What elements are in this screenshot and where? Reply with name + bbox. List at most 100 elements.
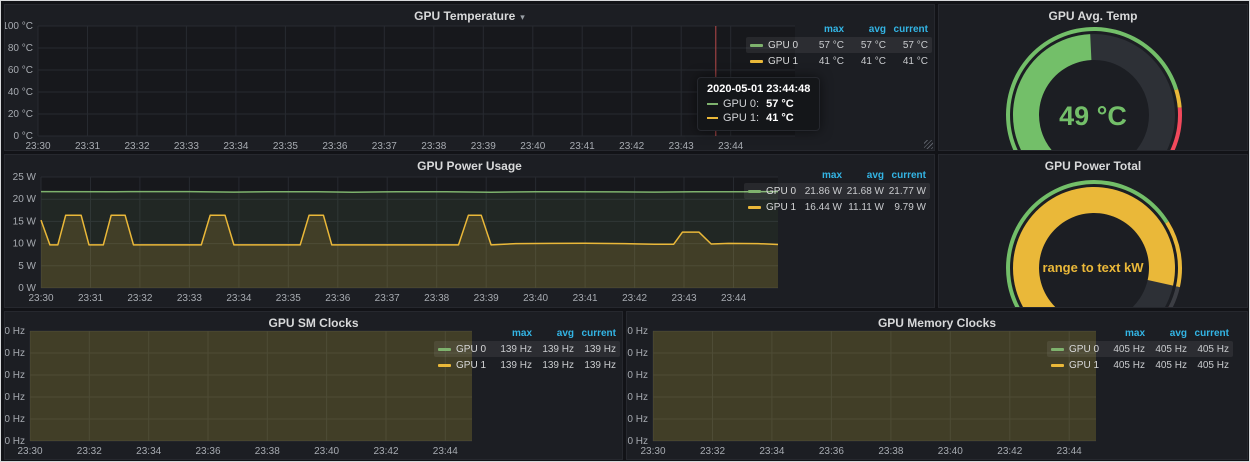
- panel-title-text: GPU Power Total: [1045, 159, 1141, 173]
- tooltip-timestamp: 2020-05-01 23:44:48: [707, 83, 810, 95]
- legend-value: 21.77 W: [884, 186, 926, 197]
- svg-text:23:31: 23:31: [75, 141, 100, 150]
- panel-title-gpu-avg-temp[interactable]: GPU Avg. Temp: [939, 7, 1247, 25]
- svg-text:80 Hz: 80 Hz: [627, 348, 648, 359]
- legend-series-label[interactable]: GPU 1: [1051, 360, 1103, 371]
- panel-title-gpu-power-usage[interactable]: GPU Power Usage: [5, 157, 934, 175]
- series-swatch: [707, 117, 718, 119]
- legend-value: 57 °C: [802, 40, 844, 51]
- svg-text:23:39: 23:39: [474, 293, 499, 304]
- gpu-sm-clocks-legend: maxavgcurrentGPU 0139 Hz139 Hz139 HzGPU …: [434, 325, 620, 373]
- svg-text:5 W: 5 W: [18, 261, 36, 272]
- legend-series-label[interactable]: GPU 1: [748, 202, 800, 213]
- panel-title-text: GPU Avg. Temp: [1049, 9, 1138, 23]
- panel-title-text: GPU Temperature: [414, 9, 515, 23]
- svg-text:20 Hz: 20 Hz: [5, 414, 25, 425]
- svg-text:23:35: 23:35: [276, 293, 301, 304]
- tooltip-series-value: 57 °C: [766, 98, 794, 110]
- legend-column-header[interactable]: current: [886, 24, 928, 35]
- svg-text:23:34: 23:34: [226, 293, 251, 304]
- grafana-dashboard: GPU Temperature▾ 100 °C80 °C60 °C40 °C20…: [0, 0, 1250, 462]
- legend-value: 41 °C: [844, 56, 886, 67]
- svg-text:80 °C: 80 °C: [8, 43, 33, 54]
- svg-text:23:32: 23:32: [700, 446, 725, 457]
- panel-gpu-avg-temp: GPU Avg. Temp 49 °C: [938, 4, 1248, 151]
- svg-text:23:42: 23:42: [373, 446, 398, 457]
- svg-text:23:34: 23:34: [223, 141, 248, 150]
- legend-value: 9.79 W: [884, 202, 926, 213]
- svg-text:40 Hz: 40 Hz: [5, 392, 25, 403]
- svg-text:23:38: 23:38: [421, 141, 446, 150]
- gauge-value: range to text kW: [939, 260, 1247, 275]
- svg-text:23:44: 23:44: [1057, 446, 1082, 457]
- svg-text:20 °C: 20 °C: [8, 109, 33, 120]
- series-swatch: [707, 103, 718, 105]
- svg-text:23:40: 23:40: [523, 293, 548, 304]
- legend-value: 139 Hz: [490, 344, 532, 355]
- panel-title-gpu-temperature[interactable]: GPU Temperature ▾: [5, 7, 934, 25]
- svg-text:23:44: 23:44: [433, 446, 458, 457]
- legend-series-label[interactable]: GPU 1: [438, 360, 490, 371]
- tooltip-series-label: GPU 0:: [723, 98, 759, 110]
- panel-title-text: GPU Memory Clocks: [878, 316, 996, 330]
- svg-text:23:36: 23:36: [195, 446, 220, 457]
- legend-value: 405 Hz: [1103, 344, 1145, 355]
- svg-text:23:37: 23:37: [375, 293, 400, 304]
- svg-text:20 W: 20 W: [13, 194, 37, 205]
- legend-series-label[interactable]: GPU 1: [750, 56, 802, 67]
- legend-value: 139 Hz: [532, 344, 574, 355]
- svg-text:23:36: 23:36: [819, 446, 844, 457]
- legend-row: GPU 021.86 W21.68 W21.77 W: [744, 183, 930, 199]
- panel-title-gpu-power-total[interactable]: GPU Power Total: [939, 157, 1247, 175]
- svg-text:23:36: 23:36: [322, 141, 347, 150]
- svg-text:23:40: 23:40: [314, 446, 339, 457]
- panel-title-text: GPU SM Clocks: [268, 316, 358, 330]
- svg-text:23:30: 23:30: [640, 446, 665, 457]
- legend-value: 41 °C: [802, 56, 844, 67]
- legend-series-label[interactable]: GPU 0: [438, 344, 490, 355]
- svg-text:23:42: 23:42: [622, 293, 647, 304]
- legend-value: 21.86 W: [800, 186, 842, 197]
- svg-text:80 Hz: 80 Hz: [5, 348, 25, 359]
- svg-text:23:41: 23:41: [573, 293, 598, 304]
- svg-text:23:38: 23:38: [878, 446, 903, 457]
- legend-row: GPU 141 °C41 °C41 °C: [746, 53, 932, 69]
- svg-text:23:42: 23:42: [619, 141, 644, 150]
- svg-text:23:43: 23:43: [671, 293, 696, 304]
- legend-series-label[interactable]: GPU 0: [750, 40, 802, 51]
- svg-text:23:33: 23:33: [177, 293, 202, 304]
- svg-text:23:34: 23:34: [136, 446, 161, 457]
- legend-row: GPU 0139 Hz139 Hz139 Hz: [434, 341, 620, 357]
- legend-value: 139 Hz: [574, 344, 616, 355]
- svg-text:40 Hz: 40 Hz: [627, 392, 648, 403]
- chevron-down-icon: ▾: [520, 12, 525, 22]
- gpu-temperature-legend: maxavgcurrentGPU 057 °C57 °C57 °CGPU 141…: [746, 21, 932, 69]
- legend-value: 11.11 W: [842, 202, 884, 213]
- svg-text:23:42: 23:42: [997, 446, 1022, 457]
- svg-text:23:40: 23:40: [938, 446, 963, 457]
- legend-value: 57 °C: [886, 40, 928, 51]
- svg-text:15 W: 15 W: [13, 216, 37, 227]
- svg-text:23:32: 23:32: [124, 141, 149, 150]
- legend-column-header[interactable]: max: [802, 24, 844, 35]
- legend-value: 139 Hz: [532, 360, 574, 371]
- panel-title-gpu-sm-clocks[interactable]: GPU SM Clocks: [5, 314, 622, 332]
- svg-text:23:31: 23:31: [78, 293, 103, 304]
- gpu-memory-clocks-legend: maxavgcurrentGPU 0405 Hz405 Hz405 HzGPU …: [1047, 325, 1233, 373]
- svg-text:60 Hz: 60 Hz: [5, 370, 25, 381]
- legend-series-label[interactable]: GPU 0: [748, 186, 800, 197]
- panel-gpu-memory-clocks: GPU Memory Clocks 100 Hz80 Hz60 Hz40 Hz2…: [626, 311, 1248, 460]
- legend-column-header[interactable]: avg: [844, 24, 886, 35]
- legend-series-label[interactable]: GPU 0: [1051, 344, 1103, 355]
- graph-tooltip: 2020-05-01 23:44:48 GPU 0: 57 °C GPU 1: …: [697, 77, 820, 131]
- panel-gpu-temperature: GPU Temperature▾ 100 °C80 °C60 °C40 °C20…: [4, 4, 935, 151]
- svg-text:23:44: 23:44: [718, 141, 743, 150]
- resize-handle[interactable]: [924, 140, 933, 149]
- svg-text:23:38: 23:38: [255, 446, 280, 457]
- panel-title-gpu-memory-clocks[interactable]: GPU Memory Clocks: [627, 314, 1247, 332]
- svg-text:23:30: 23:30: [25, 141, 50, 150]
- svg-text:23:30: 23:30: [17, 446, 42, 457]
- legend-value: 139 Hz: [490, 360, 532, 371]
- gauge-value: 49 °C: [939, 101, 1247, 132]
- panel-gpu-sm-clocks: GPU SM Clocks 100 Hz80 Hz60 Hz40 Hz20 Hz…: [4, 311, 623, 460]
